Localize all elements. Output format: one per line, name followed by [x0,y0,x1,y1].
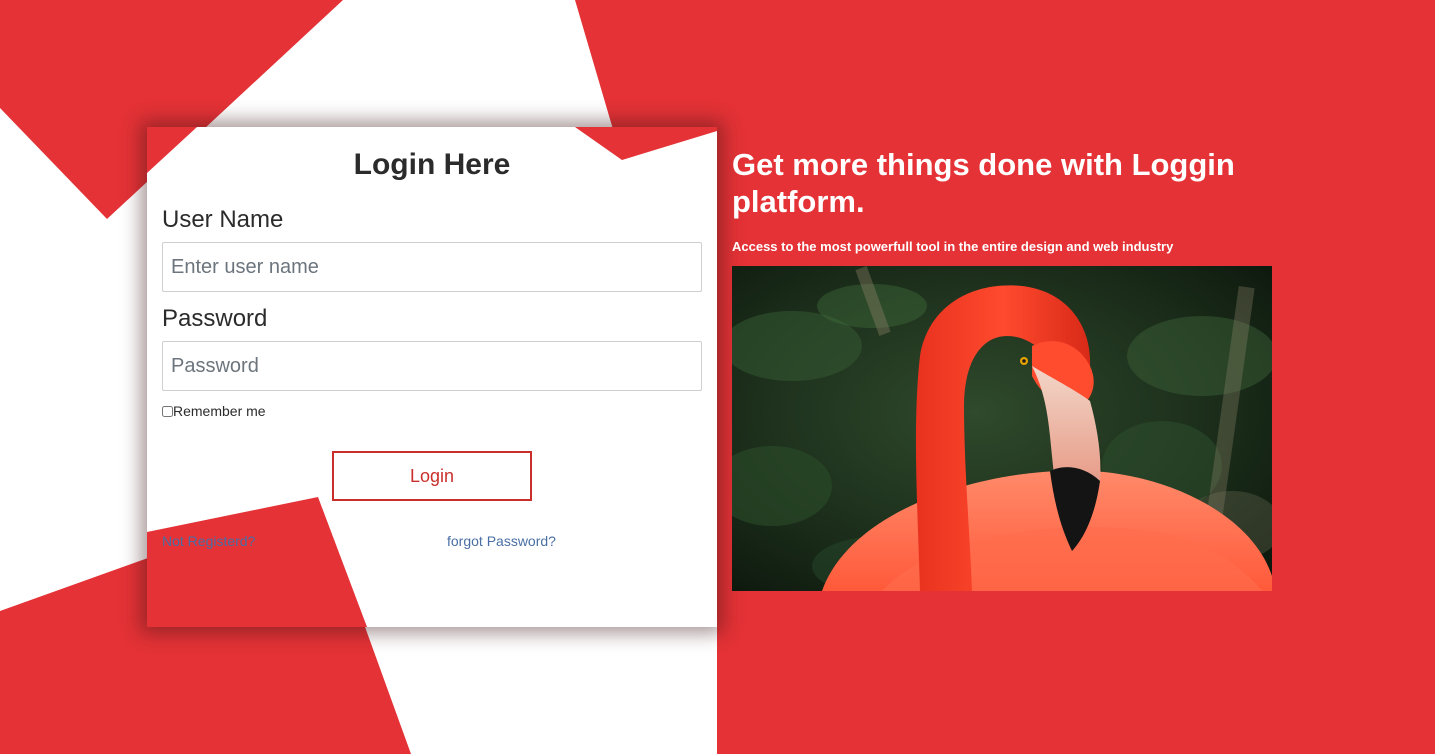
remember-me-label[interactable]: Remember me [173,403,266,419]
remember-me-checkbox[interactable] [162,405,173,417]
forgot-password-link[interactable]: forgot Password? [447,533,556,549]
login-button[interactable]: Login [332,451,532,501]
promo-heading: Get more things done with Loggin platfor… [732,147,1235,219]
flamingo-photo [732,266,1272,591]
username-label: User Name [162,206,284,233]
remember-me-row: Remember me [162,402,266,420]
login-card: Login Here User Name Password Remember m… [147,127,717,627]
username-input[interactable] [162,242,702,292]
promo-subtext: Access to the most powerfull tool in the… [732,239,1174,254]
login-title: Login Here [353,148,511,181]
promo-section: Get more things done with Loggin platfor… [732,146,1272,591]
password-label: Password [162,305,268,332]
password-input[interactable] [162,341,702,391]
not-registered-link[interactable]: Not Registerd? [162,533,255,549]
